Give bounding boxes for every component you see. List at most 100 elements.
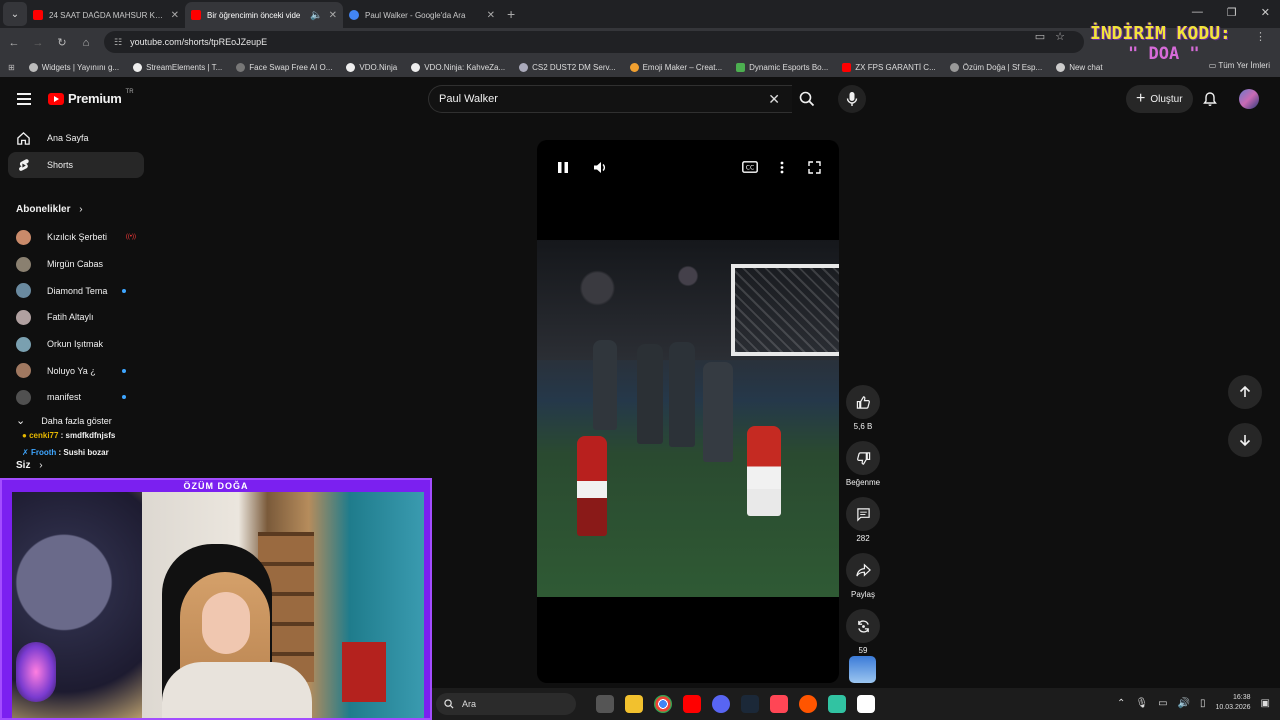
next-short-button[interactable] [1228, 423, 1262, 457]
home-icon[interactable]: ⌂ [74, 37, 98, 49]
notification-icon[interactable]: ▣ [1261, 698, 1270, 709]
faceit-icon[interactable] [799, 695, 817, 713]
steam-icon[interactable] [741, 695, 759, 713]
tab-close-icon[interactable]: ✕ [329, 10, 337, 21]
tab-close-icon[interactable]: ✕ [487, 10, 495, 21]
back-icon[interactable]: ← [2, 37, 26, 49]
forward-icon[interactable]: → [26, 37, 50, 49]
channel-avatar [16, 309, 31, 325]
browser-toolbar: ← → ↻ ⌂ ☷ youtube.com/shorts/tpREoJZeupE… [0, 28, 1280, 57]
discord-icon[interactable] [712, 695, 730, 713]
chrome-icon[interactable] [654, 695, 672, 713]
create-button[interactable]: + Oluştur [1126, 85, 1193, 113]
subscription-item[interactable]: Fatih Altaylı [16, 304, 136, 331]
fullscreen-icon[interactable] [805, 158, 823, 176]
bookmark-item[interactable]: VDO.Ninja [346, 62, 397, 72]
speaker-icon[interactable]: 🔊 [1178, 698, 1190, 709]
bookmark-item[interactable]: Widgets | Yayınını g... [28, 62, 119, 72]
taskbar-search[interactable]: Ara [436, 693, 576, 715]
bookmark-icon [411, 62, 421, 72]
bookmark-item[interactable]: Emoji Maker – Creat... [629, 62, 722, 72]
youtube-logo[interactable]: Premium TR [48, 89, 134, 106]
video-frame [537, 240, 839, 597]
show-more-button[interactable]: ⌄ Daha fazla göster [16, 414, 112, 427]
sidebar-item-home[interactable]: Ana Sayfa [8, 125, 144, 151]
clock[interactable]: 16:38 10.03.2026 [1216, 693, 1251, 713]
chevron-right-icon: › [39, 460, 43, 471]
remix-button[interactable]: 59 [845, 609, 881, 655]
volume-icon[interactable] [591, 158, 609, 176]
bookmark-item[interactable]: Dynamic Esports Bo... [736, 62, 828, 72]
plus-icon: + [1136, 90, 1146, 107]
subscription-item[interactable]: Kızılcık Şerbeti ((•)) [16, 224, 136, 251]
clear-search-icon[interactable]: ✕ [768, 91, 780, 108]
pause-icon[interactable] [554, 158, 572, 176]
site-info-icon[interactable]: ☷ [114, 37, 122, 48]
subscription-item[interactable]: Orkun Işıtmak [16, 331, 136, 358]
bookmark-item[interactable]: ZX FPS GARANTİ C... [842, 62, 936, 72]
bookmark-item[interactable]: VDO.Ninja: KahveZa... [411, 62, 505, 72]
microphone-icon [846, 92, 858, 106]
minimize-icon[interactable]: — [1192, 6, 1203, 19]
address-bar[interactable]: ☷ youtube.com/shorts/tpREoJZeupE [104, 31, 1084, 53]
tab-search-button[interactable]: ⌄ [3, 2, 27, 26]
bookmark-icon [1056, 62, 1066, 72]
tab-title: Paul Walker - Google'da Ara [365, 10, 466, 20]
valorant-icon[interactable] [770, 695, 788, 713]
chevron-up-icon[interactable]: ⌃ [1117, 698, 1125, 709]
voice-search-button[interactable] [838, 85, 866, 113]
comments-button[interactable]: 282 [845, 497, 881, 543]
bookmark-star-icon[interactable]: ☆ [1055, 30, 1065, 43]
taskbar: Ara ⌃ 🎙 ▭ 🔊 ▯ 16:38 10.03.2026 ▣ [432, 688, 1280, 720]
channel-thumbnail[interactable] [849, 656, 876, 683]
more-options-icon[interactable] [773, 158, 791, 176]
search-input[interactable]: Paul Walker ✕ [428, 85, 792, 113]
new-tab-icon[interactable]: + [507, 6, 515, 22]
apps-icon[interactable]: ⊞ [8, 63, 15, 72]
browser-tab-1[interactable]: 24 SAAT DAĞDA MAHSUR KAL ✕ [27, 2, 185, 28]
streamer-face [202, 592, 250, 654]
youtube-app-icon[interactable] [683, 695, 701, 713]
you-section-heading[interactable]: Siz › [16, 460, 43, 471]
search-button[interactable] [792, 85, 822, 113]
network-icon[interactable]: ▭ [1158, 698, 1167, 709]
bookmark-icon [736, 62, 746, 72]
menu-dots-icon[interactable]: ⋮ [1255, 30, 1266, 43]
discount-code-overlay: İNDİRİM KODU: " DOA " [1090, 24, 1231, 65]
dislike-button[interactable]: Beğenme [845, 441, 881, 487]
reload-icon[interactable]: ↻ [50, 36, 74, 49]
maximize-icon[interactable]: ❐ [1227, 6, 1237, 19]
subscription-item[interactable]: Diamond Tema [16, 277, 136, 304]
like-button[interactable]: 5,6 B [845, 385, 881, 431]
share-button[interactable]: Paylaş [845, 553, 881, 599]
bookmark-item[interactable]: Özüm Doğa | Sf Esp... [949, 62, 1042, 72]
subscription-item[interactable]: manifest [16, 384, 136, 411]
microphone-icon[interactable]: 🎙 [1135, 698, 1148, 709]
menu-icon[interactable] [17, 93, 31, 105]
streamlabs-icon[interactable] [828, 695, 846, 713]
obs-icon[interactable] [857, 695, 875, 713]
task-view-icon[interactable] [596, 695, 614, 713]
bookmark-item[interactable]: Face Swap Free AI O... [236, 62, 332, 72]
shorts-icon [19, 158, 29, 171]
previous-short-button[interactable] [1228, 375, 1262, 409]
browser-tab-2[interactable]: Bir öğrencimin önceki vide 🔈 ✕ [185, 2, 343, 28]
captions-icon[interactable]: CC [741, 158, 759, 176]
subscription-item[interactable]: Noluyo Ya ¿ [16, 357, 136, 384]
bookmark-item[interactable]: CS2 DUST2 DM Serv... [519, 62, 616, 72]
account-avatar[interactable] [1239, 89, 1259, 109]
bookmarks-bar: ⊞ Widgets | Yayınını g... StreamElements… [0, 57, 1280, 77]
subscriptions-heading[interactable]: Abonelikler › [16, 204, 83, 215]
shorts-player[interactable]: CC [537, 140, 839, 683]
browser-tab-3[interactable]: Paul Walker - Google'da Ara ✕ [343, 2, 501, 28]
sidebar-item-shorts[interactable]: Shorts [8, 152, 144, 178]
battery-icon[interactable]: ▯ [1200, 698, 1206, 709]
file-explorer-icon[interactable] [625, 695, 643, 713]
tab-mute-icon[interactable]: 🔈 [310, 10, 322, 21]
subscription-item[interactable]: Mirgün Cabas [16, 251, 136, 278]
close-window-icon[interactable]: ✕ [1261, 6, 1270, 19]
cast-icon[interactable]: ▭ [1035, 30, 1045, 43]
bookmark-item[interactable]: StreamElements | T... [133, 62, 222, 72]
tab-close-icon[interactable]: ✕ [171, 10, 179, 21]
notifications-bell-icon[interactable] [1202, 91, 1218, 107]
